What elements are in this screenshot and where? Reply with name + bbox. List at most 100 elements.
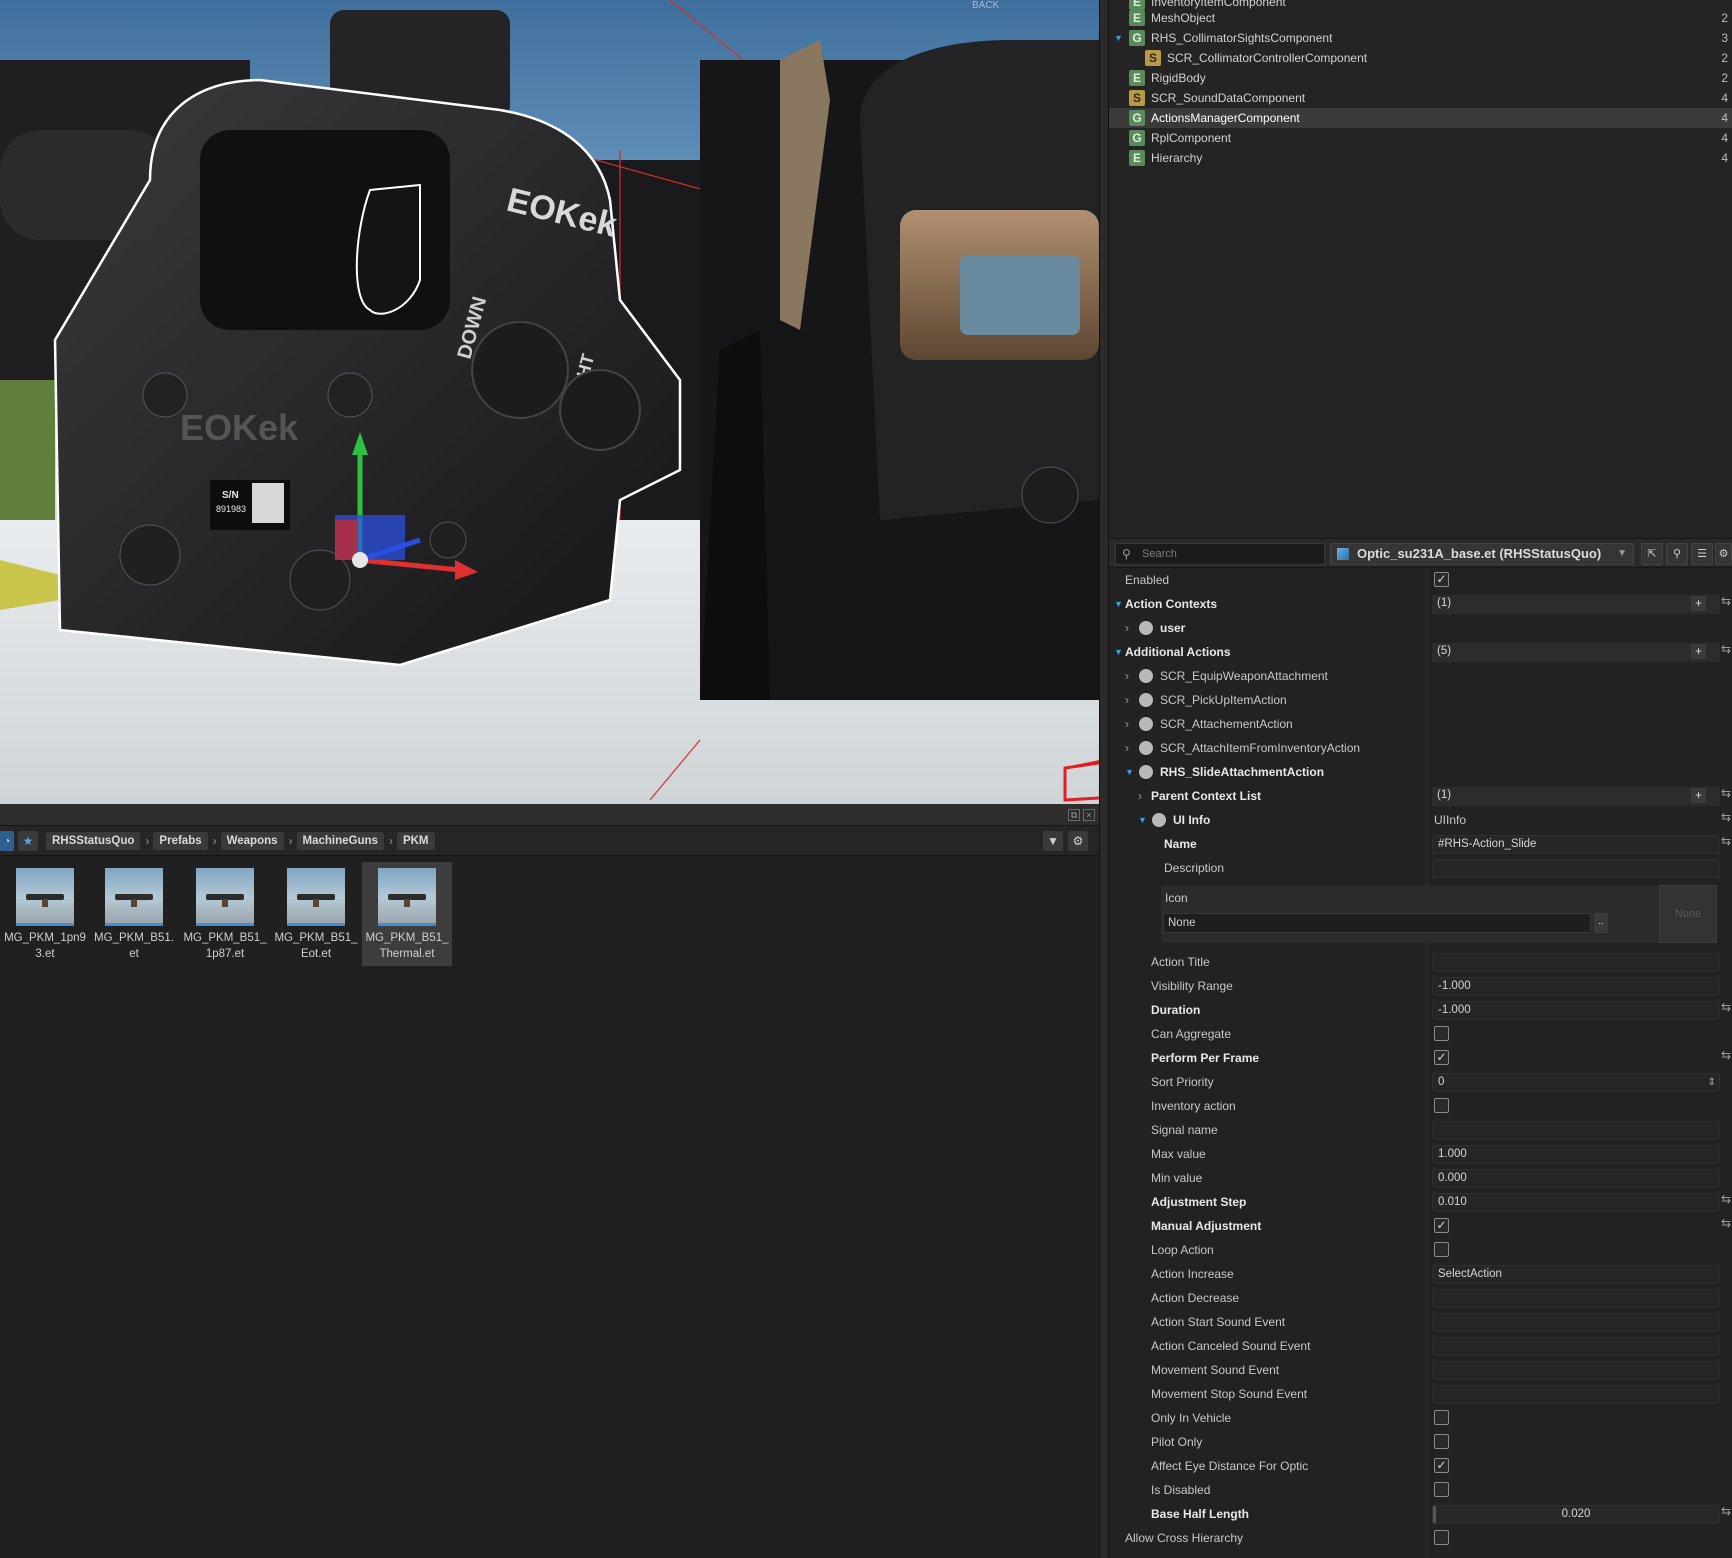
prop-label: Enabled bbox=[1125, 573, 1170, 587]
prop-action-start-sound: Action Start Sound Event bbox=[1109, 1310, 1732, 1334]
add-item-button[interactable]: + bbox=[1691, 644, 1706, 659]
action-decrease-field[interactable] bbox=[1432, 1289, 1720, 1308]
name-field[interactable]: #RHS-Action_Slide bbox=[1432, 835, 1720, 854]
allow-cross-hierarchy-checkbox[interactable] bbox=[1434, 1530, 1449, 1545]
caret-right-icon[interactable]: › bbox=[1125, 688, 1129, 712]
prop-label: SCR_AttachItemFromInventoryAction bbox=[1160, 741, 1361, 755]
prop-visibility-range: Visibility Range -1.000 bbox=[1109, 974, 1732, 998]
base-half-length-slider[interactable]: 0.020 bbox=[1432, 1505, 1720, 1524]
hierarchy-item[interactable]: E Hierarchy 4 bbox=[1109, 148, 1732, 168]
breadcrumb-item[interactable]: Weapons bbox=[220, 831, 284, 850]
caret-right-icon[interactable]: › bbox=[1125, 712, 1129, 736]
pilot-only-checkbox[interactable] bbox=[1434, 1434, 1449, 1449]
search-input[interactable]: ⚲ Search bbox=[1115, 543, 1325, 565]
file-item[interactable]: MG_PKM_B51_ Eot.et bbox=[271, 862, 361, 966]
gear-icon[interactable]: ⚙ bbox=[1715, 543, 1732, 565]
reset-icon[interactable]: ⇆ bbox=[1721, 1048, 1731, 1062]
hierarchy-item-count: 4 bbox=[1721, 111, 1728, 125]
file-item-selected[interactable]: MG_PKM_B51_ Thermal.et bbox=[362, 862, 452, 966]
caret-down-icon[interactable]: ▼ bbox=[1114, 592, 1123, 616]
description-field[interactable] bbox=[1432, 859, 1720, 878]
hierarchy-item[interactable]: ▼ G RHS_CollimatorSightsComponent 3 bbox=[1109, 28, 1732, 48]
caret-down-icon[interactable]: ▼ bbox=[1114, 28, 1123, 48]
caret-right-icon[interactable]: › bbox=[1125, 664, 1129, 688]
max-value-field[interactable]: 1.000 bbox=[1432, 1145, 1720, 1164]
visibility-range-field[interactable]: -1.000 bbox=[1432, 977, 1720, 996]
action-item[interactable]: › SCR_PickUpItemAction bbox=[1109, 688, 1732, 712]
hierarchy-item[interactable]: S SCR_CollimatorControllerComponent 2 bbox=[1109, 48, 1732, 68]
signal-name-field[interactable] bbox=[1432, 1121, 1720, 1140]
reset-icon[interactable]: ⇆ bbox=[1721, 810, 1731, 824]
caret-right-icon[interactable]: › bbox=[1138, 784, 1142, 808]
perform-per-frame-checkbox[interactable]: ✓ bbox=[1434, 1050, 1449, 1065]
caret-down-icon[interactable]: ▼ bbox=[1114, 640, 1123, 664]
file-item[interactable]: MG_PKM_B51. et bbox=[89, 862, 179, 966]
close-icon[interactable]: × bbox=[1083, 809, 1095, 821]
hierarchy-item-label: RplComponent bbox=[1151, 131, 1232, 145]
caret-right-icon[interactable]: › bbox=[1125, 616, 1129, 640]
icon-field[interactable]: None bbox=[1163, 913, 1591, 933]
action-item[interactable]: › SCR_AttachementAction bbox=[1109, 712, 1732, 736]
action-item-expanded[interactable]: ▼ RHS_SlideAttachmentAction bbox=[1109, 760, 1732, 784]
reset-icon[interactable]: ⇆ bbox=[1721, 1192, 1731, 1206]
duration-field[interactable]: -1.000 bbox=[1432, 1001, 1720, 1020]
manual-adjustment-checkbox[interactable]: ✓ bbox=[1434, 1218, 1449, 1233]
affect-eye-distance-checkbox[interactable]: ✓ bbox=[1434, 1458, 1449, 1473]
browse-button[interactable]: .. bbox=[1594, 913, 1608, 933]
reset-icon[interactable]: ⇆ bbox=[1721, 1216, 1731, 1230]
action-title-field[interactable] bbox=[1432, 953, 1720, 972]
add-item-button[interactable]: + bbox=[1691, 788, 1706, 803]
caret-down-icon[interactable]: ▼ bbox=[1138, 808, 1147, 832]
hierarchy-item-count: 4 bbox=[1721, 131, 1728, 145]
movement-sound-field[interactable] bbox=[1432, 1361, 1720, 1380]
3d-viewport[interactable]: EOKek EOKek DOWN RIGHT S/N 891983 BACK bbox=[0, 0, 1099, 804]
inventory-action-checkbox[interactable] bbox=[1434, 1098, 1449, 1113]
reset-icon[interactable]: ⇆ bbox=[1721, 1504, 1731, 1518]
sort-priority-stepper[interactable]: 0 bbox=[1432, 1073, 1720, 1092]
breadcrumb-item[interactable]: MachineGuns bbox=[296, 831, 384, 850]
hierarchy-item[interactable]: G RplComponent 4 bbox=[1109, 128, 1732, 148]
hierarchy-item[interactable]: E MeshObject 2 bbox=[1109, 8, 1732, 28]
gear-icon[interactable]: ⚙ bbox=[1068, 831, 1088, 851]
action-canceled-sound-field[interactable] bbox=[1432, 1337, 1720, 1356]
reset-icon[interactable]: ⇆ bbox=[1721, 594, 1731, 608]
search-icon[interactable]: ⚲ bbox=[1666, 543, 1688, 565]
prop-label: Action Start Sound Event bbox=[1151, 1315, 1286, 1329]
open-external-icon[interactable]: ⇱ bbox=[1641, 543, 1663, 565]
action-item[interactable]: › SCR_EquipWeaponAttachment bbox=[1109, 664, 1732, 688]
adjustment-step-field[interactable]: 0.010 bbox=[1432, 1193, 1720, 1212]
home-icon[interactable]: ◔ bbox=[0, 830, 14, 851]
only-in-vehicle-checkbox[interactable] bbox=[1434, 1410, 1449, 1425]
hierarchy-item-selected[interactable]: G ActionsManagerComponent 4 bbox=[1109, 108, 1732, 128]
file-name: MG_PKM_B51_ bbox=[274, 932, 358, 944]
breadcrumb-item[interactable]: Prefabs bbox=[153, 831, 208, 850]
enabled-checkbox[interactable]: ✓ bbox=[1434, 572, 1449, 587]
can-aggregate-checkbox[interactable] bbox=[1434, 1026, 1449, 1041]
favorite-star-icon[interactable]: ★ bbox=[18, 830, 38, 851]
reset-icon[interactable]: ⇆ bbox=[1721, 786, 1731, 800]
action-start-sound-field[interactable] bbox=[1432, 1313, 1720, 1332]
loop-action-checkbox[interactable] bbox=[1434, 1242, 1449, 1257]
movement-stop-sound-field[interactable] bbox=[1432, 1385, 1720, 1404]
undock-icon[interactable]: ⧉ bbox=[1068, 809, 1080, 821]
filter-icon[interactable]: ▼ bbox=[1043, 831, 1063, 851]
hierarchy-item[interactable]: S SCR_SoundDataComponent 4 bbox=[1109, 88, 1732, 108]
hierarchy-item[interactable]: E RigidBody 2 bbox=[1109, 68, 1732, 88]
min-value-field[interactable]: 0.000 bbox=[1432, 1169, 1720, 1188]
file-item[interactable]: MG_PKM_B51_ 1p87.et bbox=[180, 862, 270, 966]
file-item[interactable]: MG_PKM_1pn9 3.et bbox=[0, 862, 90, 966]
add-item-button[interactable]: + bbox=[1691, 596, 1706, 611]
action-item[interactable]: › SCR_AttachItemFromInventoryAction bbox=[1109, 736, 1732, 760]
breadcrumb-item[interactable]: RHSStatusQuo bbox=[46, 831, 141, 850]
is-disabled-checkbox[interactable] bbox=[1434, 1482, 1449, 1497]
reset-icon[interactable]: ⇆ bbox=[1721, 1000, 1731, 1014]
reset-icon[interactable]: ⇆ bbox=[1721, 642, 1731, 656]
breadcrumb-item[interactable]: PKM bbox=[396, 831, 435, 850]
reset-icon[interactable]: ⇆ bbox=[1721, 834, 1731, 848]
entity-selector[interactable]: Optic_su231A_base.et (RHSStatusQuo) ▼ bbox=[1330, 543, 1634, 565]
action-increase-field[interactable]: SelectAction bbox=[1432, 1265, 1720, 1284]
hierarchy-icon[interactable]: ☰ bbox=[1691, 543, 1713, 565]
caret-right-icon[interactable]: › bbox=[1125, 736, 1129, 760]
panel-splitter[interactable] bbox=[1099, 0, 1109, 1558]
caret-down-icon[interactable]: ▼ bbox=[1125, 760, 1134, 784]
